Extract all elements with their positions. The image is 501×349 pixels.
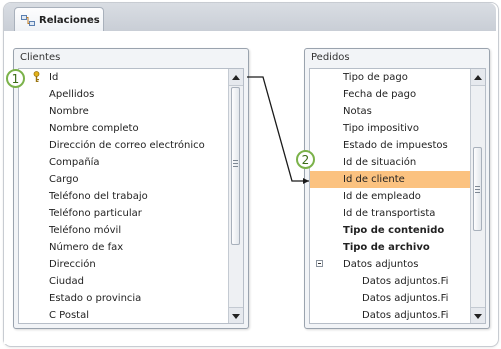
relationship-line[interactable]: [0, 0, 501, 349]
callout-2-badge: 2: [296, 150, 315, 169]
callout-1-number: 1: [11, 71, 20, 86]
callout-1-badge: 1: [6, 69, 25, 88]
callout-2-number: 2: [301, 152, 310, 167]
